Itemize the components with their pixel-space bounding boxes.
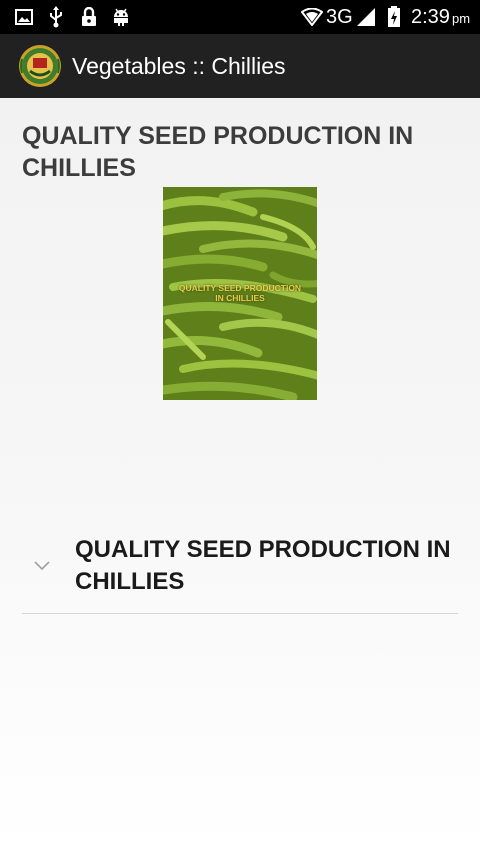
chevron-down-icon[interactable] — [34, 558, 50, 576]
image-icon — [14, 0, 34, 34]
clock-time: 2:39 — [411, 6, 450, 28]
university-emblem-icon[interactable] — [16, 43, 64, 89]
chillies-cover-image: QUALITY SEED PRODUCTION IN CHILLIES — [163, 187, 317, 400]
signal-icon — [355, 0, 377, 34]
cover-caption-line1: QUALITY SEED PRODUCTION — [178, 283, 302, 293]
accordion-title[interactable]: QUALITY SEED PRODUCTION IN CHILLIES — [75, 534, 455, 598]
android-debug-icon — [110, 0, 132, 34]
app-title: Vegetables :: Chillies — [72, 53, 286, 79]
usb-icon — [46, 0, 66, 34]
wifi-hotspot-icon — [300, 0, 324, 34]
content-area: QUALITY SEED PRODUCTION IN CHILLIES QUAL… — [0, 98, 480, 854]
cover-caption-line2: IN CHILLIES — [215, 293, 265, 303]
app-bar: Vegetables :: Chillies — [0, 34, 480, 98]
lock-icon — [79, 0, 99, 34]
divider — [22, 613, 458, 614]
clock-ampm: pm — [452, 11, 471, 26]
cover-caption: QUALITY SEED PRODUCTION IN CHILLIES — [163, 283, 317, 303]
battery-charging-icon — [386, 0, 402, 34]
network-type: 3G — [326, 6, 353, 28]
accordion-item[interactable]: QUALITY SEED PRODUCTION IN CHILLIES — [22, 534, 458, 614]
page-heading: QUALITY SEED PRODUCTION IN CHILLIES — [22, 122, 414, 182]
status-bar: 3G 2:39 pm — [0, 0, 480, 34]
